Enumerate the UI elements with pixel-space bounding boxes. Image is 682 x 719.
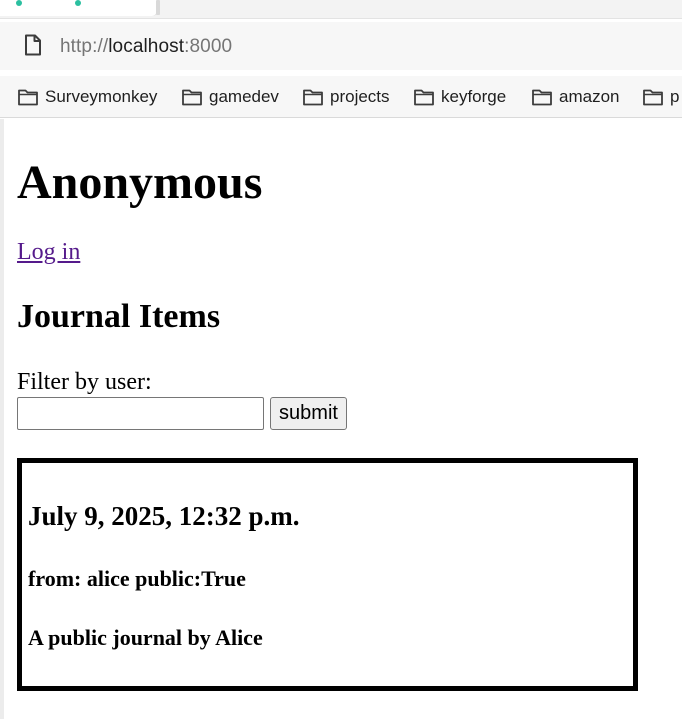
- tab-separator: [156, 0, 160, 15]
- active-tab[interactable]: [0, 0, 158, 16]
- folder-icon: [532, 89, 552, 106]
- journal-item-text: A public journal by Alice: [28, 625, 263, 650]
- bookmark-gamedev[interactable]: gamedev: [181, 85, 279, 109]
- folder-icon: [18, 89, 38, 106]
- bookmark-projects[interactable]: projects: [302, 85, 390, 109]
- bookmark-label: gamedev: [209, 87, 279, 106]
- url-field[interactable]: http://localhost:8000: [60, 36, 232, 58]
- bookmark-keyforge[interactable]: keyforge: [413, 85, 506, 109]
- url-scheme: http://: [60, 36, 109, 57]
- viewport-edge: [0, 119, 4, 719]
- folder-icon: [643, 89, 663, 106]
- login-link[interactable]: Log in: [17, 239, 80, 266]
- filter-user-input[interactable]: [17, 397, 264, 430]
- filter-label: Filter by user:: [17, 369, 152, 395]
- bookmark-label: projects: [330, 87, 390, 106]
- journal-item-meta: from: alice public:True: [28, 566, 246, 591]
- bookmark-amazon[interactable]: amazon: [531, 85, 619, 109]
- submit-button[interactable]: submit: [270, 397, 347, 430]
- folder-icon: [303, 89, 323, 106]
- url-host: localhost: [108, 36, 185, 57]
- tab-indicator-icon: [75, 0, 81, 6]
- page-info-icon[interactable]: [23, 34, 43, 56]
- username-heading: Anonymous: [17, 156, 263, 209]
- bookmark-label: p: [670, 87, 680, 106]
- bookmark-overflow[interactable]: p: [642, 85, 679, 109]
- page-viewport: Anonymous Log in Journal Items Filter by…: [0, 119, 682, 719]
- folder-icon: [414, 89, 434, 106]
- journal-item: July 9, 2025, 12:32 p.m. from: alice pub…: [17, 458, 638, 691]
- tab-strip: [0, 0, 682, 19]
- url-port: :8000: [184, 36, 233, 57]
- journal-item-date: July 9, 2025, 12:32 p.m.: [28, 501, 300, 531]
- bookmark-label: keyforge: [441, 87, 507, 106]
- bookmark-label: Surveymonkey: [45, 87, 158, 106]
- tab-indicator-icon: [16, 0, 22, 6]
- bookmark-surveymonkey[interactable]: Surveymonkey: [17, 85, 157, 109]
- bookmarks-bar: Surveymonkey gamedev projects keyforge a…: [0, 76, 682, 118]
- bookmark-label: amazon: [559, 87, 620, 106]
- section-title: Journal Items: [17, 298, 221, 335]
- folder-icon: [182, 89, 202, 106]
